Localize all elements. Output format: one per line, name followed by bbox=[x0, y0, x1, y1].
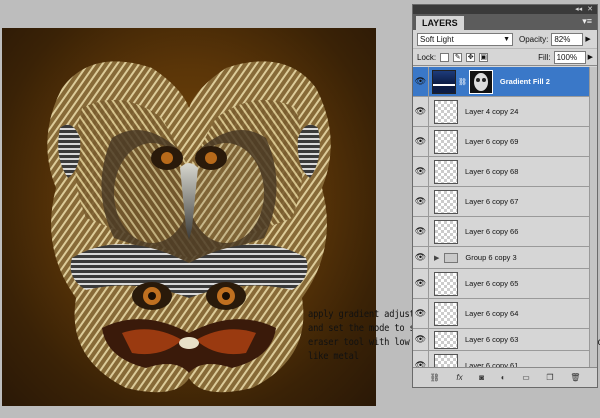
layer-name: Layer 6 copy 66 bbox=[465, 227, 519, 236]
layer-thumbnail bbox=[434, 159, 458, 184]
tab-layers[interactable]: LAYERS bbox=[416, 16, 464, 30]
layer-thumbnail bbox=[434, 189, 458, 214]
eye-icon[interactable]: 👁 bbox=[413, 97, 429, 126]
lock-move-icon[interactable]: ✥ bbox=[466, 52, 476, 62]
layer-name: Layer 6 copy 67 bbox=[465, 197, 519, 206]
workspace: apply gradient adjustment layer and appl… bbox=[0, 0, 600, 418]
blend-mode-value: Soft Light bbox=[420, 34, 454, 44]
eye-icon[interactable]: 👁 bbox=[413, 299, 429, 328]
layer-thumbnail bbox=[434, 271, 458, 296]
new-group-icon[interactable]: ▭ bbox=[522, 373, 530, 382]
chevron-down-icon: ▼ bbox=[503, 35, 510, 43]
layer-thumbnail bbox=[434, 330, 458, 349]
gradient-thumbnail bbox=[432, 69, 456, 94]
layer-row[interactable]: 👁 Layer 6 copy 64 bbox=[413, 299, 597, 329]
group-row[interactable]: 👁 ▶ Group 6 copy 3 bbox=[413, 247, 597, 269]
layer-thumbnail bbox=[434, 219, 458, 244]
fx-icon[interactable]: fx bbox=[456, 373, 462, 382]
opacity-flyout-icon[interactable]: ▶ bbox=[585, 35, 590, 43]
eye-icon[interactable]: 👁 bbox=[413, 329, 429, 350]
opacity-label: Opacity: bbox=[519, 34, 549, 44]
eye-icon[interactable]: 👁 bbox=[413, 217, 429, 246]
layer-row[interactable]: 👁 Layer 6 copy 63 bbox=[413, 329, 597, 351]
close-icon[interactable]: ✕ bbox=[587, 5, 593, 14]
blend-row: Soft Light ▼ Opacity: 82% ▶ bbox=[413, 30, 597, 48]
mask-thumbnail[interactable] bbox=[468, 69, 493, 94]
layer-name: Gradient Fill 2 bbox=[499, 77, 550, 86]
lock-brush-icon[interactable]: ✎ bbox=[453, 52, 463, 62]
layer-thumbnail bbox=[434, 129, 458, 154]
layer-row[interactable]: 👁 Layer 6 copy 69 bbox=[413, 127, 597, 157]
panel-tab-row: LAYERS ▾≡ bbox=[413, 14, 597, 30]
new-layer-icon[interactable]: ❐ bbox=[546, 373, 553, 382]
panel-titlebar[interactable]: ◂◂ ✕ bbox=[413, 5, 597, 14]
fill-flyout-icon[interactable]: ▶ bbox=[588, 53, 593, 61]
eye-icon[interactable]: 👁 bbox=[413, 157, 429, 186]
layer-thumbnail bbox=[434, 99, 458, 124]
layer-row[interactable]: 👁 Layer 6 copy 66 bbox=[413, 217, 597, 247]
layer-row[interactable]: 👁 Layer 6 copy 67 bbox=[413, 187, 597, 217]
fill-field[interactable]: 100% bbox=[553, 50, 586, 64]
chain-link-icon[interactable]: ⛓ bbox=[458, 78, 467, 86]
layer-row[interactable]: 👁 Layer 4 copy 24 bbox=[413, 97, 597, 127]
eye-icon[interactable]: 👁 bbox=[413, 247, 429, 268]
fill-group: Fill: 100% ▶ bbox=[538, 50, 593, 64]
eye-icon[interactable]: 👁 bbox=[413, 269, 429, 298]
add-mask-icon[interactable]: ◙ bbox=[479, 373, 484, 382]
layer-name: Layer 6 copy 63 bbox=[465, 335, 519, 344]
eye-icon[interactable]: 👁 bbox=[413, 127, 429, 156]
layer-row[interactable]: 👁 ⛓ Gradient Fill 2 bbox=[413, 67, 597, 97]
link-layers-icon[interactable]: ⛓ bbox=[430, 373, 440, 382]
layer-name: Layer 6 copy 68 bbox=[465, 167, 519, 176]
lock-transparent-icon[interactable] bbox=[440, 52, 450, 62]
layer-row[interactable]: 👁 Layer 6 copy 65 bbox=[413, 269, 597, 299]
layers-scrollbar[interactable] bbox=[589, 67, 597, 369]
layer-name: Layer 6 copy 65 bbox=[465, 279, 519, 288]
layer-name: Layer 6 copy 64 bbox=[465, 309, 519, 318]
fill-label: Fill: bbox=[538, 52, 551, 62]
blend-mode-select[interactable]: Soft Light ▼ bbox=[417, 32, 513, 46]
adjustment-layer-icon[interactable]: ◐ bbox=[501, 373, 506, 382]
collapse-icon[interactable]: ◂◂ bbox=[575, 5, 582, 14]
expand-arrow-icon[interactable]: ▶ bbox=[434, 254, 439, 262]
layers-list: 👁 ⛓ Gradient Fill 2 👁 Layer 4 copy 24 👁 bbox=[413, 67, 597, 369]
panel-footer: ⛓ fx ◙ ◐ ▭ ❐ 🗑 bbox=[413, 367, 597, 387]
layer-name: Layer 6 copy 69 bbox=[465, 137, 519, 146]
lock-label: Lock: bbox=[417, 52, 437, 62]
mask-preview bbox=[473, 72, 488, 91]
layer-thumbnail bbox=[434, 301, 458, 326]
folder-icon bbox=[444, 252, 459, 263]
delete-layer-icon[interactable]: 🗑 bbox=[570, 373, 580, 382]
group-name: Group 6 copy 3 bbox=[465, 253, 517, 262]
lock-all-icon[interactable]: ▣ bbox=[479, 52, 489, 62]
eye-icon[interactable]: 👁 bbox=[413, 187, 429, 216]
layers-panel: ◂◂ ✕ LAYERS ▾≡ Soft Light ▼ Opacity: 82%… bbox=[412, 4, 598, 388]
panel-menu-icon[interactable]: ▾≡ bbox=[582, 16, 592, 27]
layer-row[interactable]: 👁 Layer 6 copy 68 bbox=[413, 157, 597, 187]
opacity-field[interactable]: 82% bbox=[551, 32, 584, 46]
eye-icon[interactable]: 👁 bbox=[413, 67, 429, 96]
lock-row: Lock: ✎ ✥ ▣ Fill: 100% ▶ bbox=[413, 48, 597, 66]
layer-name: Layer 4 copy 24 bbox=[465, 107, 519, 116]
